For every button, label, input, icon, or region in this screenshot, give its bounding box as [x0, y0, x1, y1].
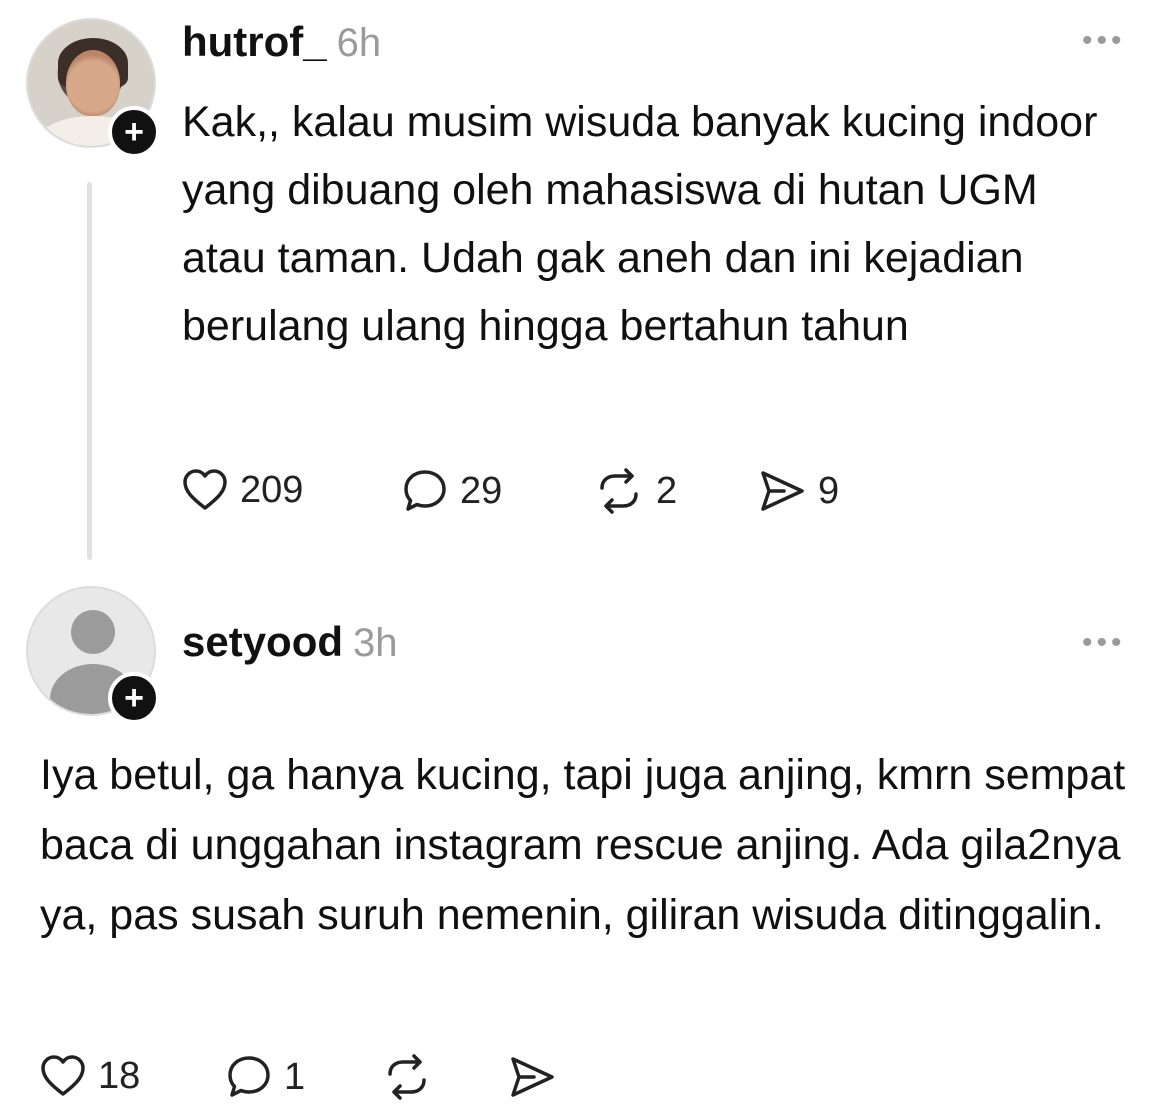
reply-count: 29: [460, 469, 503, 512]
share-count: 9: [818, 469, 840, 512]
repost-arrows-icon: [388, 1054, 426, 1100]
repost-button[interactable]: [382, 1054, 432, 1100]
share-button[interactable]: [508, 1054, 556, 1100]
like-count: 209: [240, 468, 304, 511]
like-button[interactable]: 18: [40, 1054, 140, 1098]
heart-icon: [41, 1055, 85, 1096]
reply-count: 1: [284, 1055, 306, 1098]
follow-plus-icon[interactable]: +: [108, 672, 160, 724]
like-count: 18: [98, 1054, 141, 1097]
post-text: Kak,, kalau musim wisuda banyak kucing i…: [182, 98, 1098, 350]
timestamp: 6h: [336, 21, 382, 65]
send-icon: [511, 1057, 554, 1097]
more-dots-icon[interactable]: •••: [1082, 626, 1126, 660]
share-button[interactable]: 9: [758, 468, 839, 514]
repost-arrows-icon: [600, 468, 638, 514]
post-header: setyood 3h: [182, 618, 398, 666]
repost-count: 2: [656, 469, 678, 512]
post-header: hutrof_ 6h: [182, 18, 381, 66]
post-1: + hutrof_ 6h ••• Kak,, kalau musim wisud…: [0, 0, 1170, 570]
heart-icon: [183, 469, 227, 510]
repost-button[interactable]: 2: [594, 468, 677, 514]
post-text: Iya betul, ga hanya kucing, tapi juga an…: [40, 751, 1126, 939]
post-2: + setyood 3h ••• Iya betul, ga hanya kuc…: [0, 570, 1170, 1113]
reply-button[interactable]: 29: [402, 468, 502, 514]
thread-line: [87, 182, 92, 560]
more-dots-icon[interactable]: •••: [1082, 24, 1126, 58]
speech-bubble-icon: [228, 1056, 270, 1097]
speech-bubble-icon: [404, 470, 446, 511]
timestamp: 3h: [353, 621, 398, 665]
follow-plus-icon[interactable]: +: [108, 106, 160, 158]
send-icon: [761, 471, 804, 511]
like-button[interactable]: 209: [182, 468, 303, 512]
username[interactable]: hutrof_: [182, 18, 327, 66]
username[interactable]: setyood: [182, 618, 343, 666]
reply-button[interactable]: 1: [226, 1054, 305, 1100]
